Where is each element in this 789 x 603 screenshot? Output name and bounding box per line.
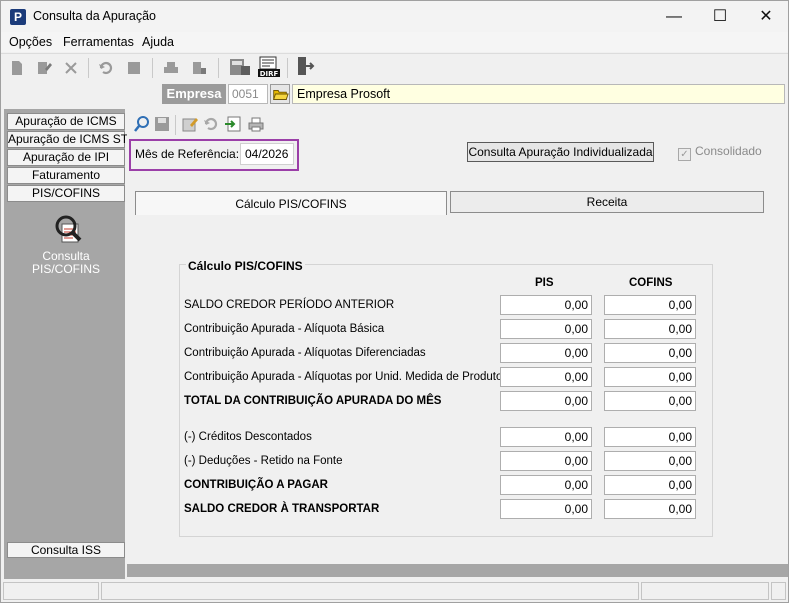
sidebar: Apuração de ICMS Apuração de ICMS ST Apu… xyxy=(4,109,128,579)
mes-referencia-group: Mês de Referência: 04/2026 xyxy=(129,139,299,171)
tab-calculo-pis-cofins[interactable]: Cálculo PIS/COFINS xyxy=(135,191,447,215)
row-label-saldo-credor-anterior: SALDO CREDOR PERÍODO ANTERIOR xyxy=(184,299,395,311)
pis-aliquota-basica-field[interactable]: 0,00 xyxy=(500,319,592,339)
application-window: P Consulta da Apuração — ☐ ✕ Opções Ferr… xyxy=(0,0,789,603)
sidebar-tab-apuracao-icms[interactable]: Apuração de ICMS xyxy=(7,113,125,130)
row-label-aliquotas-unid-medida: Contribuição Apurada - Alíquotas por Uni… xyxy=(184,371,503,383)
row-label-aliquotas-diferenciadas: Contribuição Apurada - Alíquotas Diferen… xyxy=(184,347,426,359)
content-area: Mês de Referência: 04/2026 Consulta Apur… xyxy=(127,109,788,579)
svg-text:DIRF: DIRF xyxy=(260,70,279,78)
group-title: Cálculo PIS/COFINS xyxy=(186,259,305,273)
sidebar-tab-faturamento[interactable]: Faturamento xyxy=(7,167,125,184)
empresa-label: Empresa xyxy=(162,84,226,104)
bottom-strip xyxy=(127,564,788,577)
row-label-deducoes-retido-fonte: (-) Deduções - Retido na Fonte xyxy=(184,455,343,467)
menu-opcoes[interactable]: Opções xyxy=(9,35,52,49)
edit-icon[interactable] xyxy=(35,59,53,77)
app-logo-icon: P xyxy=(10,9,26,25)
window-title: Consulta da Apuração xyxy=(33,9,157,23)
cofins-contribuicao-a-pagar-field[interactable]: 0,00 xyxy=(604,475,696,495)
pis-creditos-descontados-field[interactable]: 0,00 xyxy=(500,427,592,447)
empresa-code-field[interactable]: 0051 xyxy=(228,84,268,104)
print-icon[interactable] xyxy=(162,59,180,77)
open-folder-icon[interactable] xyxy=(270,84,290,104)
sidebar-tab-apuracao-ipi[interactable]: Apuração de IPI xyxy=(7,149,125,166)
search-icon[interactable] xyxy=(133,115,151,133)
close-button[interactable]: ✕ xyxy=(743,1,789,32)
status-panel xyxy=(641,582,769,600)
consolidado-label: Consolidado xyxy=(695,144,762,158)
row-label-saldo-credor-transportar: SALDO CREDOR À TRANSPORTAR xyxy=(184,503,380,515)
cofins-saldo-credor-anterior-field[interactable]: 0,00 xyxy=(604,295,696,315)
row-label-creditos-descontados: (-) Créditos Descontados xyxy=(184,431,312,443)
exit-door-icon[interactable] xyxy=(295,56,315,78)
mes-referencia-label: Mês de Referência: xyxy=(135,147,240,161)
row-label-total-contribuicao: TOTAL DA CONTRIBUIÇÃO APURADA DO MÊS xyxy=(184,395,442,407)
status-panel xyxy=(3,582,99,600)
undo-icon[interactable] xyxy=(97,59,115,77)
cofins-aliquotas-unid-medida-field[interactable]: 0,00 xyxy=(604,367,696,387)
print-setup-icon[interactable] xyxy=(190,59,208,77)
column-header-cofins: COFINS xyxy=(629,277,673,289)
cofins-creditos-descontados-field[interactable]: 0,00 xyxy=(604,427,696,447)
toolbar-separator xyxy=(287,58,288,78)
undo-icon[interactable] xyxy=(202,115,220,133)
menu-ferramentas[interactable]: Ferramentas xyxy=(63,35,134,49)
export-icon[interactable] xyxy=(224,115,242,133)
content-toolbar xyxy=(127,111,788,135)
empresa-name-field[interactable]: Empresa Prosoft xyxy=(292,84,785,104)
pis-deducoes-retido-fonte-field[interactable]: 0,00 xyxy=(500,451,592,471)
consulta-apuracao-individualizada-button[interactable]: Consulta Apuração Individualizada xyxy=(467,142,654,162)
pis-total-contribuicao-field[interactable]: 0,00 xyxy=(500,391,592,411)
edit-document-icon[interactable] xyxy=(181,115,199,133)
consulta-pis-cofins-label[interactable]: Consulta PIS/COFINS xyxy=(7,250,125,276)
sidebar-tab-pis-cofins[interactable]: PIS/COFINS xyxy=(7,185,125,202)
cofins-aliquota-basica-field[interactable]: 0,00 xyxy=(604,319,696,339)
main-toolbar: DIRF xyxy=(1,53,788,81)
printer-icon[interactable] xyxy=(247,115,265,133)
sidebar-panel: Consulta PIS/COFINS xyxy=(7,202,125,540)
consulta-pis-cofins-icon[interactable] xyxy=(53,214,87,248)
pis-saldo-credor-transportar-field[interactable]: 0,00 xyxy=(500,499,592,519)
mes-referencia-input[interactable]: 04/2026 xyxy=(240,143,294,165)
stop-icon[interactable] xyxy=(125,59,143,77)
pis-contribuicao-a-pagar-field[interactable]: 0,00 xyxy=(500,475,592,495)
row-label-contribuicao-a-pagar: CONTRIBUIÇÃO A PAGAR xyxy=(184,479,328,491)
calculo-pis-cofins-group: Cálculo PIS/COFINS PIS COFINS SALDO CRED… xyxy=(179,259,713,537)
toolbar-separator xyxy=(175,115,176,135)
pis-saldo-credor-anterior-field[interactable]: 0,00 xyxy=(500,295,592,315)
checkmark-icon: ✓ xyxy=(678,148,691,161)
content-tabs: Cálculo PIS/COFINS Receita xyxy=(135,191,765,215)
toolbar-separator xyxy=(88,58,89,78)
status-panel xyxy=(101,582,639,600)
cofins-saldo-credor-transportar-field[interactable]: 0,00 xyxy=(604,499,696,519)
calculator-icon[interactable] xyxy=(229,57,251,77)
toolbar-separator xyxy=(218,58,219,78)
pis-aliquotas-diferenciadas-field[interactable]: 0,00 xyxy=(500,343,592,363)
pis-aliquotas-unid-medida-field[interactable]: 0,00 xyxy=(500,367,592,387)
delete-icon[interactable] xyxy=(62,59,80,77)
new-icon[interactable] xyxy=(8,59,26,77)
column-header-pis: PIS xyxy=(535,277,554,289)
title-bar: P Consulta da Apuração — ☐ ✕ xyxy=(1,1,788,32)
save-icon[interactable] xyxy=(153,115,171,133)
cofins-deducoes-retido-fonte-field[interactable]: 0,00 xyxy=(604,451,696,471)
sidebar-tab-consulta-iss[interactable]: Consulta ISS xyxy=(7,542,125,558)
toolbar-separator xyxy=(152,58,153,78)
empresa-bar: Empresa 0051 Empresa Prosoft xyxy=(1,82,788,106)
status-panel xyxy=(771,582,786,600)
cofins-total-contribuicao-field[interactable]: 0,00 xyxy=(604,391,696,411)
sped-icon[interactable]: DIRF xyxy=(257,56,281,78)
status-bar xyxy=(1,580,788,602)
maximize-button[interactable]: ☐ xyxy=(697,1,743,32)
tab-receita[interactable]: Receita xyxy=(450,191,764,213)
sidebar-tab-apuracao-icms-st[interactable]: Apuração de ICMS ST xyxy=(7,131,128,148)
consolidado-checkbox[interactable]: ✓ Consolidado xyxy=(678,144,762,161)
row-label-aliquota-basica: Contribuição Apurada - Alíquota Básica xyxy=(184,323,385,335)
menu-bar: Opções Ferramentas Ajuda xyxy=(1,32,788,52)
cofins-aliquotas-diferenciadas-field[interactable]: 0,00 xyxy=(604,343,696,363)
menu-ajuda[interactable]: Ajuda xyxy=(142,35,174,49)
minimize-button[interactable]: — xyxy=(651,1,697,32)
